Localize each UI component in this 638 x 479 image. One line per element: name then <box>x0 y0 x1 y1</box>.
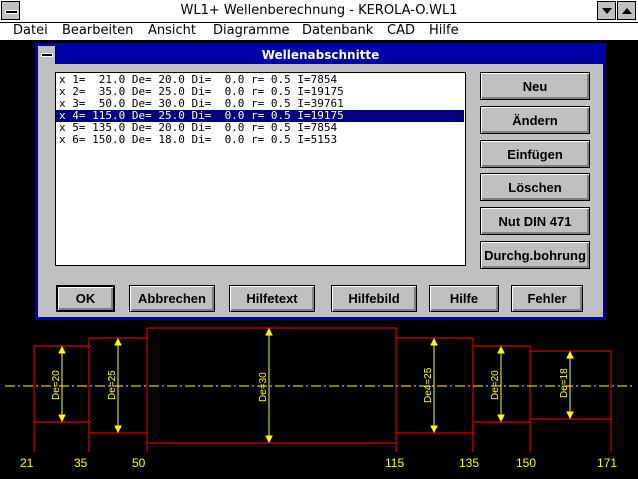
x-position-label: 135 <box>459 456 479 470</box>
window-title: WL1+ Wellenberechnung - KEROLA-O.WL1 <box>180 3 458 18</box>
errors-button[interactable]: Fehler <box>511 285 583 312</box>
groove-din-471-button[interactable]: Nut DIN 471 <box>480 207 590 235</box>
x-position-label: 21 <box>20 456 34 470</box>
delete-button[interactable]: Löschen <box>480 173 590 201</box>
diameter-label: De4=25 <box>423 367 434 403</box>
arrow-down-icon <box>602 8 612 14</box>
x-position-label: 50 <box>132 456 146 470</box>
list-item[interactable]: x 6= 150.0 De= 18.0 Di= 0.0 r= 0.5 I=515… <box>56 134 464 146</box>
dialog-title-bar: Wellenabschnitte <box>38 46 603 64</box>
sections-listbox[interactable]: x 1= 21.0 De= 20.0 Di= 0.0 r= 0.5 I=7854… <box>55 72 466 266</box>
diameter-label: De=20 <box>51 370 62 400</box>
menu-hilfe[interactable]: Hilfe <box>429 23 459 38</box>
help-button[interactable]: Hilfe <box>429 285 499 312</box>
sections-dialog: Wellenabschnitte x 1= 21.0 De= 20.0 Di= … <box>33 41 608 322</box>
maximize-button[interactable] <box>617 1 636 20</box>
helptext-button[interactable]: Hilfetext <box>229 285 315 312</box>
menu-datei[interactable]: Datei <box>13 23 48 38</box>
minimize-button[interactable] <box>597 1 616 20</box>
x-position-label: 115 <box>385 456 404 470</box>
menu-cad[interactable]: CAD <box>387 23 415 38</box>
menu-ansicht[interactable]: Ansicht <box>148 23 196 38</box>
cancel-button[interactable]: Abbrechen <box>129 285 215 312</box>
menu-diagramme[interactable]: Diagramme <box>213 23 289 38</box>
edit-button[interactable]: Ändern <box>480 106 590 134</box>
diameter-label: De=18 <box>559 368 570 398</box>
menu-bearbeiten[interactable]: Bearbeiten <box>62 23 133 38</box>
through-bore-button[interactable]: Durchg.bohrung <box>480 241 590 269</box>
diameter-label: De=25 <box>107 370 118 400</box>
diameter-label: De=20 <box>490 370 501 400</box>
new-button[interactable]: Neu <box>480 72 590 100</box>
arrow-up-icon <box>622 8 632 14</box>
insert-button[interactable]: Einfügen <box>480 140 590 168</box>
dialog-title: Wellenabschnitte <box>261 48 380 62</box>
x-position-label: 171 <box>597 456 617 470</box>
window-title-bar: WL1+ Wellenberechnung - KEROLA-O.WL1 <box>0 0 638 23</box>
helpimage-button[interactable]: Hilfebild <box>331 285 417 312</box>
x-position-label: 35 <box>74 456 88 470</box>
diameter-label: De=30 <box>258 372 269 402</box>
menu-datenbank[interactable]: Datenbank <box>302 23 373 38</box>
ok-button[interactable]: OK <box>56 285 115 312</box>
menu-bar: Datei Bearbeiten Ansicht Diagramme Daten… <box>0 23 638 41</box>
x-position-label: 150 <box>516 456 536 470</box>
